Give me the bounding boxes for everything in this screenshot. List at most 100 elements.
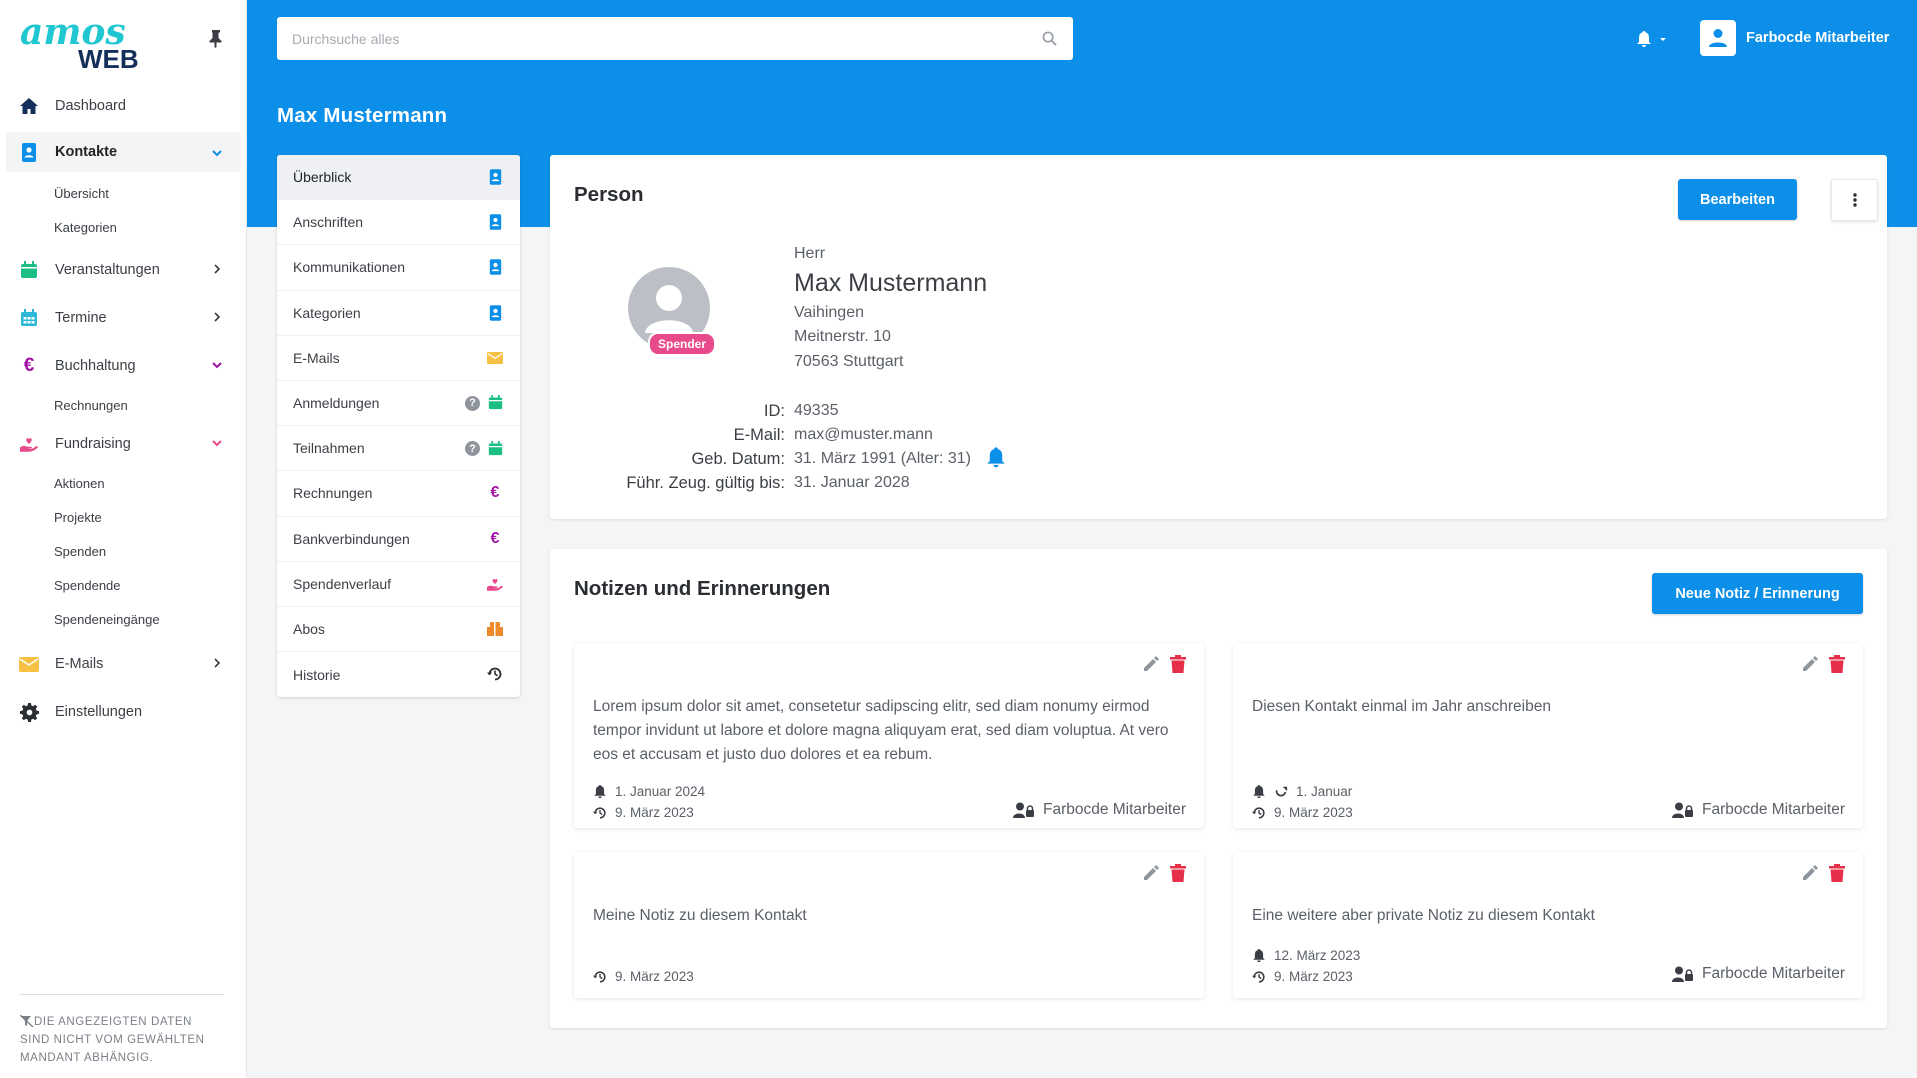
sidebar-subitem-spenden[interactable]: Spenden <box>0 534 247 568</box>
trash-icon[interactable] <box>1170 655 1186 673</box>
pencil-icon[interactable] <box>1142 864 1160 882</box>
chevron-right-icon <box>214 312 221 322</box>
submenu-item-ueberblick[interactable]: Überblick <box>277 155 520 201</box>
sidebar-item-veranstaltungen[interactable]: Veranstaltungen <box>0 248 247 292</box>
sidebar-item-dashboard[interactable]: Dashboard <box>0 84 247 128</box>
sidebar-subitem-aktionen[interactable]: Aktionen <box>0 466 247 500</box>
submenu-item-teilnahmen[interactable]: Teilnahmen ? <box>277 426 520 472</box>
note-text: Meine Notiz zu diesem Kontakt <box>593 907 807 924</box>
sidebar-subitem-spendeneingaenge[interactable]: Spendeneingänge <box>0 602 247 636</box>
pin-icon[interactable] <box>206 28 226 48</box>
notifications-dropdown[interactable] <box>1636 28 1672 50</box>
history-icon <box>486 665 504 683</box>
amos-web-logo[interactable]: amos WEB <box>18 10 168 72</box>
sidebar-item-kontakte[interactable]: Kontakte <box>6 132 241 172</box>
hand-heart-icon <box>486 575 504 593</box>
chevron-right-icon <box>214 264 221 274</box>
submenu-item-emails[interactable]: E-Mails <box>277 336 520 381</box>
bell-icon[interactable] <box>986 447 1006 469</box>
sidebar-item-label: Kontakte <box>55 144 118 160</box>
envelope-icon <box>19 654 39 674</box>
sidebar-item-fundraising[interactable]: Fundraising <box>0 422 247 466</box>
sidebar-subitem-rechnungen[interactable]: Rechnungen <box>0 388 247 422</box>
pencil-icon[interactable] <box>1801 864 1819 882</box>
user-lock-icon <box>1671 966 1693 982</box>
repeat-icon <box>1275 786 1288 796</box>
chevron-down-icon <box>212 440 222 447</box>
birthdate-value: 31. März 1991 (Alter: 31) <box>794 450 971 467</box>
question-icon[interactable]: ? <box>465 441 480 457</box>
email-value[interactable]: max@muster.mann <box>794 426 933 444</box>
note-author: Farbocde Mitarbeiter <box>1671 801 1845 819</box>
trash-icon[interactable] <box>1829 864 1845 882</box>
user-avatar-icon <box>1700 20 1736 56</box>
note-reminder: 12. März 2023 <box>1252 948 1360 963</box>
euro-icon: € <box>490 484 500 502</box>
status-badge: Spender <box>648 332 717 356</box>
license-label: Führ. Zeug. gültig bis: <box>626 474 785 492</box>
note-text: Lorem ipsum dolor sit amet, consetetur s… <box>593 698 1169 763</box>
euro-icon: € <box>490 529 500 547</box>
note-item: Lorem ipsum dolor sit amet, consetetur s… <box>574 643 1204 828</box>
gear-icon <box>19 702 39 722</box>
license-value: 31. Januar 2028 <box>794 474 910 491</box>
id-label: ID: <box>763 402 785 420</box>
sidebar-item-termine[interactable]: Termine <box>0 296 247 340</box>
sidebar-item-emails[interactable]: E-Mails <box>0 642 247 686</box>
submenu-item-anmeldungen[interactable]: Anmeldungen ? <box>277 381 520 427</box>
vertical-ellipsis-icon <box>1852 193 1857 207</box>
question-icon[interactable]: ? <box>465 395 480 411</box>
gift-boxes-icon <box>486 620 504 638</box>
sidebar-subitem-projekte[interactable]: Projekte <box>0 500 247 534</box>
contact-book-icon <box>486 304 504 322</box>
history-icon <box>593 970 606 983</box>
note-reminder: 1. Januar <box>1252 784 1352 799</box>
submenu-item-bankverbindungen[interactable]: Bankverbindungen € <box>277 517 520 562</box>
contact-name: Max Mustermann <box>794 269 988 297</box>
search-icon[interactable] <box>1042 31 1057 46</box>
euro-icon: € <box>23 355 35 376</box>
caret-down-icon <box>1660 38 1666 41</box>
sidebar-subitem-spendende[interactable]: Spendende <box>0 568 247 602</box>
submenu-item-kategorien[interactable]: Kategorien <box>277 291 520 336</box>
submenu-item-spendenverlauf[interactable]: Spendenverlauf <box>277 562 520 607</box>
calendar-icon <box>486 394 504 412</box>
edit-button[interactable]: Bearbeiten <box>1678 179 1797 220</box>
more-options-button[interactable] <box>1831 179 1878 221</box>
pencil-icon[interactable] <box>1142 655 1160 673</box>
envelope-icon <box>486 349 504 367</box>
sidebar-subitem-kategorien[interactable]: Kategorien <box>0 210 247 244</box>
crossed-filter-icon <box>20 1015 34 1027</box>
chevron-down-icon <box>212 362 222 369</box>
submenu-item-historie[interactable]: Historie <box>277 652 520 697</box>
note-author: Farbocde Mitarbeiter <box>1671 965 1845 983</box>
main-nav: Dashboard Kontakte Übersicht Kategorien … <box>0 84 247 734</box>
pencil-icon[interactable] <box>1801 655 1819 673</box>
user-menu[interactable]: Farbocde Mitarbeiter <box>1700 20 1889 56</box>
history-icon <box>1252 970 1265 983</box>
submenu-item-anschriften[interactable]: Anschriften <box>277 200 520 246</box>
new-note-button[interactable]: Neue Notiz / Erinnerung <box>1652 573 1863 614</box>
note-author: Farbocde Mitarbeiter <box>1012 801 1186 819</box>
card-title: Person <box>574 183 644 206</box>
user-lock-icon <box>1671 802 1693 818</box>
submenu-item-kommunikationen[interactable]: Kommunikationen <box>277 245 520 291</box>
trash-icon[interactable] <box>1829 655 1845 673</box>
trash-icon[interactable] <box>1170 864 1186 882</box>
submenu-item-rechnungen[interactable]: Rechnungen € <box>277 471 520 517</box>
note-created: 9. März 2023 <box>1252 969 1353 984</box>
note-reminder: 1. Januar 2024 <box>593 784 705 799</box>
sidebar-subitem-uebersicht[interactable]: Übersicht <box>0 176 247 210</box>
calendar-grid-icon <box>19 308 39 328</box>
search-input[interactable] <box>277 17 1073 60</box>
address-street: Meitnerstr. 10 <box>794 328 891 345</box>
svg-text:WEB: WEB <box>78 44 139 72</box>
sidebar-item-buchhaltung[interactable]: € Buchhaltung <box>0 344 247 388</box>
calendar-icon <box>19 260 39 280</box>
user-lock-icon <box>1012 802 1034 818</box>
sidebar-item-label: Veranstaltungen <box>55 262 160 278</box>
chevron-down-icon <box>212 150 222 157</box>
global-search[interactable] <box>277 17 1073 60</box>
sidebar-item-einstellungen[interactable]: Einstellungen <box>0 690 247 734</box>
submenu-item-abos[interactable]: Abos <box>277 607 520 653</box>
